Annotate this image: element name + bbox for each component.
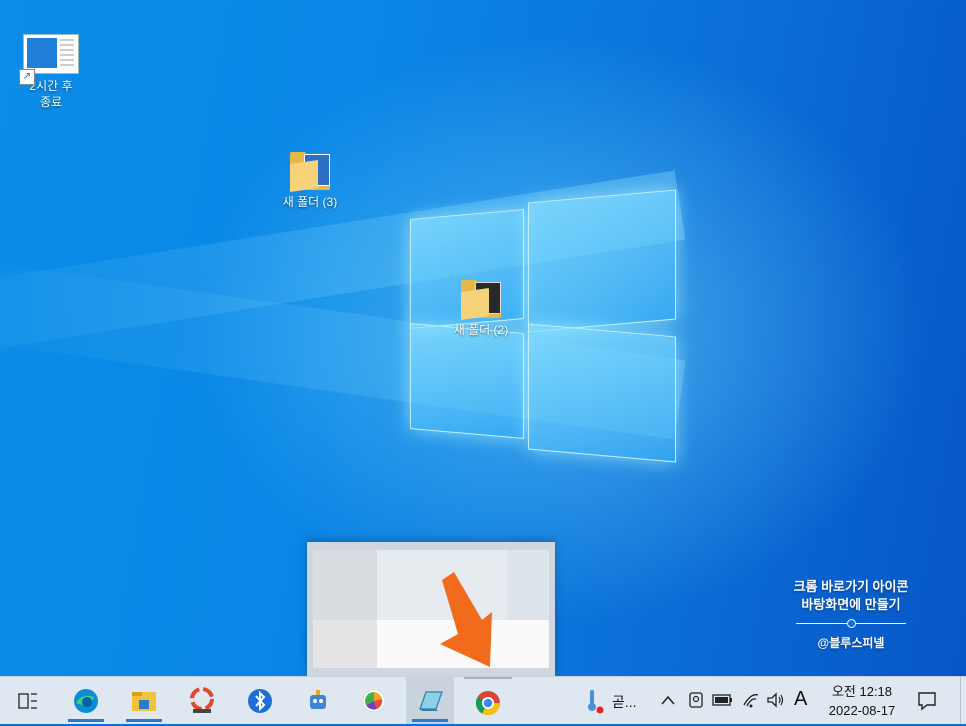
chrome-window-preview[interactable] (307, 542, 555, 676)
folder-icon (461, 280, 501, 320)
meet-now-icon[interactable] (688, 690, 704, 710)
watermark: 크롬 바로가기 아이콘 바탕화면에 만들기 @블루스피넬 (766, 578, 936, 652)
watermark-divider (796, 616, 906, 630)
watermark-handle: @블루스피넬 (817, 636, 885, 650)
color-wheel-icon (362, 689, 386, 712)
wifi-icon[interactable] (742, 691, 760, 709)
taskbar-edge-button[interactable] (62, 677, 110, 724)
shortcut-arrow-icon: ↗ (19, 69, 35, 85)
taskbar-notes-app-button[interactable] (406, 677, 454, 724)
folder-icon (290, 152, 330, 192)
volume-icon[interactable] (766, 691, 786, 709)
edge-icon (74, 688, 98, 713)
notification-center-icon[interactable] (916, 690, 938, 712)
taskbar-photoscape-button[interactable] (178, 677, 226, 724)
taskbar-color-app-button[interactable] (350, 677, 398, 724)
battery-icon[interactable] (712, 693, 734, 707)
chevron-up-icon[interactable] (660, 693, 676, 707)
show-desktop-button[interactable] (960, 677, 966, 724)
annotation-arrow-icon (440, 572, 492, 667)
document-thumbnail-icon (23, 34, 79, 74)
desktop-background: 2시간 후 종료 ↗ 새 폴더 (3) 새 폴더 (2) 크롬 바로가기 아이콘… (0, 0, 966, 676)
preview-thumbnail (313, 550, 549, 668)
desktop-icon-label: 새 폴더 (3) (282, 195, 338, 209)
bluetooth-icon (248, 688, 272, 713)
watermark-title-line2: 바탕화면에 만들기 (801, 597, 901, 612)
notes-app-icon (419, 690, 443, 711)
photoscape-icon (190, 686, 214, 713)
taskbar-bluetooth-app-button[interactable] (236, 677, 284, 724)
clock-time: 오전 12:18 (831, 684, 893, 699)
desktop-icon-label: 새 폴더 (2) (453, 323, 509, 337)
taskbar-robot-app-button[interactable] (294, 677, 342, 724)
chrome-icon (475, 690, 500, 715)
weather-text[interactable]: 곧... (612, 692, 637, 712)
file-explorer-icon (132, 691, 156, 711)
watermark-title-line1: 크롬 바로가기 아이콘 (793, 579, 909, 594)
task-view-icon (18, 692, 37, 709)
task-view-button[interactable] (4, 677, 52, 724)
desktop-icon-folder-2[interactable]: 새 폴더 (2) (436, 280, 526, 338)
taskbar-chrome-button[interactable] (464, 677, 512, 726)
desktop-icon-folder-3[interactable]: 새 폴더 (3) (265, 152, 355, 210)
ime-indicator[interactable]: A (794, 688, 807, 711)
taskbar-file-explorer-button[interactable] (120, 677, 168, 724)
clock-date: 2022-08-17 (828, 703, 896, 718)
settings-robot-icon (310, 689, 326, 709)
weather-thermometer-icon[interactable] (584, 688, 604, 714)
taskbar-clock[interactable]: 오전 12:18 2022-08-17 (822, 682, 902, 720)
taskbar: 곧... A 오전 12:18 2022-08-17 (0, 676, 966, 724)
